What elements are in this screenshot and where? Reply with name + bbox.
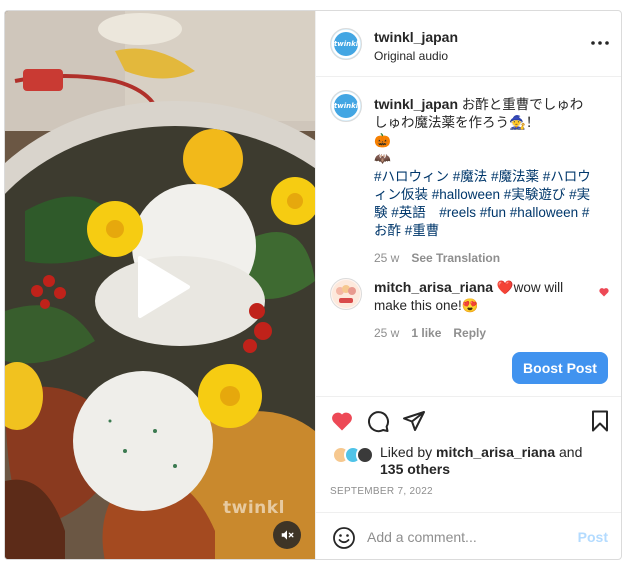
comments-section: twinkl twinkl_japan お酢と重曹でしゅわしゅわ魔法薬を作ろう🧙… (316, 78, 621, 340)
caption-avatar[interactable]: twinkl (330, 90, 362, 122)
liked-by-others[interactable]: 135 others (380, 461, 450, 477)
add-comment-bar: Post (316, 512, 621, 559)
twinkl-logo-icon: twinkl (334, 32, 358, 56)
user-avatar-illustration (332, 280, 360, 308)
more-horizontal-icon (591, 41, 609, 45)
boost-post-button[interactable]: Boost Post (512, 352, 608, 384)
comment-like-button[interactable] (598, 285, 610, 297)
post-header: twinkl twinkl_japan Original audio (316, 11, 621, 77)
liker-avatar-3[interactable] (356, 446, 374, 464)
emoji-button[interactable] (332, 526, 356, 550)
mute-button[interactable] (273, 521, 301, 549)
comment-input[interactable] (367, 529, 567, 545)
post-author-username[interactable]: twinkl_japan (374, 29, 458, 45)
comment: mitch_arisa_riana ❤️wow will make this o… (374, 278, 596, 342)
comment-meta: 25 w 1 like Reply (374, 324, 596, 342)
post-video[interactable]: twinkl (5, 11, 315, 559)
instagram-post: twinkl twinkl twinkl_japan Original audi… (4, 10, 622, 560)
comment-likes[interactable]: 1 like (411, 324, 441, 342)
comment-age[interactable]: 25 w (374, 324, 399, 342)
caption-age[interactable]: 25 w (374, 249, 399, 267)
liked-by-text: Liked by mitch_arisa_riana and 135 other… (380, 444, 610, 478)
liked-by-and: and (559, 444, 583, 460)
speaker-muted-icon (281, 530, 294, 540)
watermark-text: twinkl (223, 498, 285, 518)
comment-avatar[interactable] (330, 278, 362, 310)
bat-emoji: 🦇 (374, 151, 391, 166)
heart-filled-icon (332, 412, 352, 431)
see-translation-link[interactable]: See Translation (411, 249, 500, 267)
save-button[interactable] (588, 409, 612, 433)
liked-by-user[interactable]: mitch_arisa_riana (436, 444, 555, 460)
comment-button[interactable] (366, 409, 390, 433)
audio-label[interactable]: Original audio (374, 49, 458, 63)
play-button[interactable] (126, 252, 196, 322)
caption-meta: 25 w See Translation (374, 249, 596, 267)
post-comment-button[interactable]: Post (578, 529, 608, 545)
paper-plane-icon (403, 411, 425, 431)
caption-hashtags[interactable]: #ハロウィン #魔法 #魔法薬 #ハロウィン仮装 #halloween #実験遊… (374, 169, 591, 238)
bookmark-icon (592, 410, 608, 432)
post-date[interactable]: SEPTEMBER 7, 2022 (330, 486, 433, 497)
play-icon (138, 256, 190, 318)
caption-username[interactable]: twinkl_japan (374, 96, 458, 112)
comment-username[interactable]: mitch_arisa_riana (374, 279, 493, 295)
caption: twinkl_japan お酢と重曹でしゅわしゅわ魔法薬を作ろう🧙！ 🎃 🦇 #… (374, 95, 596, 267)
pumpkin-emoji: 🎃 (374, 133, 391, 148)
smiley-icon (333, 527, 355, 549)
action-bar (316, 396, 621, 444)
avatar[interactable]: twinkl (330, 28, 362, 60)
more-options-button[interactable] (588, 35, 612, 51)
heart-filled-icon (599, 288, 609, 297)
post-details-panel: twinkl twinkl_japan Original audio twink… (315, 11, 621, 559)
liked-by-prefix: Liked by (380, 444, 433, 460)
like-button[interactable] (330, 409, 354, 433)
twinkl-logo-icon: twinkl (334, 94, 358, 118)
share-button[interactable] (402, 409, 426, 433)
reply-link[interactable]: Reply (453, 324, 486, 342)
comment-bubble-icon (368, 411, 389, 433)
